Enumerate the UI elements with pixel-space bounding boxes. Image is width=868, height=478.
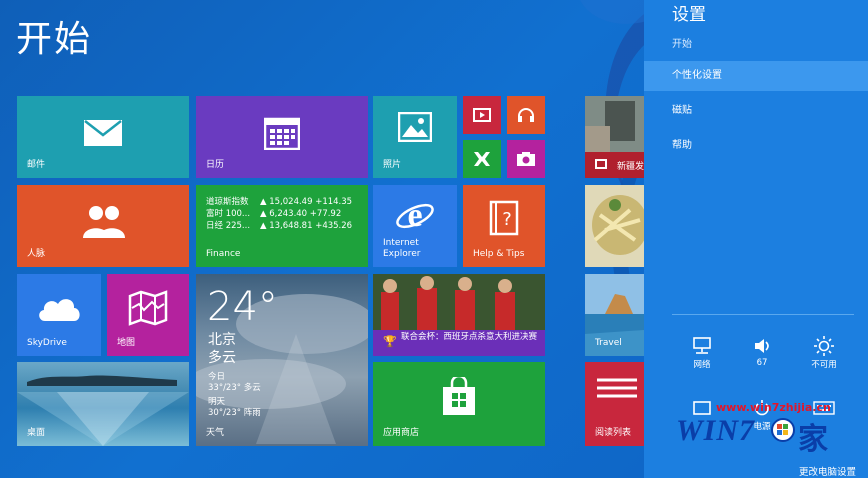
quick-setting-brightness[interactable]: 不可用 (792, 334, 856, 370)
charm-title: 设置 (672, 5, 706, 25)
charm-subtitle: 开始 (672, 39, 692, 50)
weather-today: 33°/23° 多云 (208, 383, 261, 393)
tile-news[interactable]: 新疆发 (585, 96, 644, 178)
finance-row: 日经 225... ▲ 13,648.81 +435.26 (206, 221, 352, 232)
news-icon (595, 159, 607, 169)
tile-internet-explorer[interactable]: e Internet Explorer (373, 185, 457, 267)
tile-label: 照片 (383, 160, 402, 170)
tile-weather[interactable]: 24° 北京 多云 今日 33°/23° 多云 明天 30°/23° 阵雨 天气 (196, 274, 368, 446)
watermark-url: www.win7zhijia.cn (716, 401, 831, 414)
reading-list-icon (596, 378, 637, 398)
charm-item-help[interactable]: 帮助 (644, 131, 868, 161)
tile-skydrive[interactable]: SkyDrive (17, 274, 101, 356)
tile-label: 阅读列表 (595, 428, 632, 438)
divider (672, 314, 854, 315)
tile-label: 天气 (206, 428, 225, 438)
tile-label: Finance (206, 249, 241, 259)
sports-photo (373, 274, 545, 330)
camera-icon (517, 152, 535, 166)
tile-label: Help & Tips (473, 249, 525, 259)
page-title: 开始 (16, 19, 93, 60)
quick-setting-label: 网络 (693, 360, 711, 370)
weather-today-label: 今日 (208, 372, 226, 382)
finance-index-value: ▲ 13,648.81 +435.26 (260, 221, 353, 231)
weather-tomorrow-label: 明天 (208, 397, 226, 407)
tile-label: 人脉 (27, 249, 46, 259)
trophy-icon: 🏆 (383, 335, 397, 348)
tile-desktop[interactable]: 桌面 (17, 362, 189, 446)
charm-item-tiles[interactable]: 磁贴 (644, 96, 868, 126)
tile-help-tips[interactable]: ? Help & Tips (463, 185, 545, 267)
tile-label: Internet Explorer (383, 238, 421, 259)
tile-label: 邮件 (27, 160, 46, 170)
tile-music[interactable] (507, 96, 545, 134)
charm-item-personalize[interactable]: 个性化设置 (644, 61, 868, 91)
finance-index-name: 道琼斯指数 (206, 197, 249, 207)
tile-sports[interactable]: 🏆 联合会杯：西班牙点杀意大利进决赛 (373, 274, 545, 356)
weather-city: 北京 (208, 332, 236, 348)
weather-tomorrow: 30°/23° 阵雨 (208, 408, 261, 418)
people-icon (83, 205, 125, 238)
video-icon (473, 108, 491, 122)
finance-row: 道琼斯指数 ▲ 15,024.49 +114.35 (206, 197, 352, 208)
calendar-icon (264, 117, 300, 150)
news-bar: 新疆发 (585, 152, 644, 178)
food-photo (585, 185, 644, 267)
quick-setting-network[interactable]: 网络 (670, 334, 734, 370)
tile-label: 应用商店 (383, 428, 420, 438)
tile-reading-list[interactable]: 阅读列表 (585, 362, 644, 446)
headphones-icon (518, 108, 534, 122)
xbox-games-icon (474, 152, 490, 166)
weather-temperature: 24° (207, 284, 278, 330)
cloud-icon (39, 299, 80, 322)
tile-finance[interactable]: 道琼斯指数 ▲ 15,024.49 +114.35 富时 100... ▲ 6,24… (196, 185, 368, 267)
watermark-logo: WIN7 (676, 414, 756, 447)
tile-label: 桌面 (27, 428, 46, 438)
photos-icon (398, 112, 432, 143)
store-bag-icon (443, 377, 475, 416)
tile-games[interactable] (463, 140, 501, 178)
finance-index-value: ▲ 15,024.49 +114.35 (260, 197, 353, 207)
tile-calendar[interactable]: 日历 (196, 96, 368, 178)
tile-travel[interactable]: Travel (585, 274, 644, 356)
tile-label: SkyDrive (27, 338, 67, 348)
finance-index-name: 日经 225... (206, 221, 251, 231)
tile-camera[interactable] (507, 140, 545, 178)
internet-explorer-icon: e (396, 197, 434, 234)
tile-maps[interactable]: 地图 (107, 274, 189, 356)
sports-headline: 联合会杯：西班牙点杀意大利进决赛 (401, 332, 538, 342)
mail-icon (84, 119, 122, 146)
quick-setting-volume[interactable]: 67 (730, 334, 794, 368)
tile-store[interactable]: 应用商店 (373, 362, 545, 446)
tile-label: Travel (595, 338, 622, 348)
weather-condition: 多云 (208, 350, 236, 366)
brightness-icon (814, 336, 834, 356)
sports-news-bar: 🏆 联合会杯：西班牙点杀意大利进决赛 (373, 330, 545, 356)
finance-row: 富时 100... ▲ 6,243.40 +77.92 (206, 209, 341, 220)
watermark-jia: 家 (798, 422, 828, 457)
tile-label: 地图 (117, 338, 136, 348)
quick-setting-label: 67 (756, 358, 768, 368)
watermark: www.win7zhijia.cn WIN7 家 (670, 398, 850, 464)
tile-people[interactable]: 人脉 (17, 185, 189, 267)
svg-text:e: e (407, 197, 422, 234)
windows-flag-icon (771, 418, 795, 442)
change-pc-settings-link[interactable]: 更改电脑设置 (799, 464, 856, 478)
map-icon (128, 290, 168, 327)
network-icon (693, 337, 711, 354)
news-photo (585, 96, 644, 152)
tile-video[interactable] (463, 96, 501, 134)
finance-index-value: ▲ 6,243.40 +77.92 (260, 209, 342, 219)
svg-text:?: ? (502, 209, 512, 230)
help-book-icon: ? (489, 200, 519, 236)
tile-label: 日历 (206, 160, 225, 170)
volume-icon (755, 339, 769, 353)
tile-mail[interactable]: 邮件 (17, 96, 189, 178)
finance-index-name: 富时 100... (206, 209, 251, 219)
quick-setting-label: 不可用 (811, 360, 837, 370)
tile-food[interactable] (585, 185, 644, 267)
tile-photos[interactable]: 照片 (373, 96, 457, 178)
news-headline: 新疆发 (617, 162, 644, 172)
